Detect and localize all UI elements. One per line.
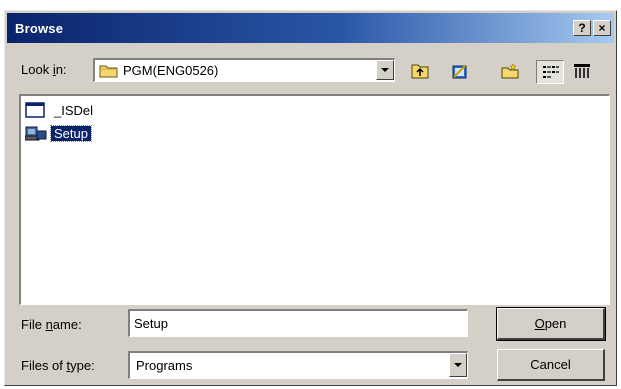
window-title: Browse <box>15 21 64 36</box>
chevron-down-icon <box>454 363 462 367</box>
details-view-button[interactable] <box>568 60 596 84</box>
cancel-button[interactable]: Cancel <box>497 349 605 381</box>
create-new-folder-button[interactable] <box>446 60 474 84</box>
file-list[interactable]: _ISDel Setup <box>19 94 610 305</box>
details-view-icon <box>574 64 590 78</box>
create-new-folder-icon <box>452 65 467 79</box>
chevron-down-icon <box>381 68 389 72</box>
file-type-value: Programs <box>136 358 193 373</box>
desktop-icon <box>501 63 519 79</box>
file-name-label: _ISDel <box>54 103 94 118</box>
file-type-select[interactable]: Programs <box>128 351 468 379</box>
look-in-value: PGM(ENG0526) <box>123 63 219 78</box>
file-type-label: Files of type: <box>21 358 95 373</box>
application-window-icon <box>25 102 45 118</box>
browse-dialog: Browse ? × Look in: PGM(ENG0526) _ISDel … <box>4 10 617 386</box>
help-button[interactable]: ? <box>573 20 591 36</box>
close-button[interactable]: × <box>593 20 611 36</box>
up-one-level-icon <box>411 64 429 79</box>
file-name-label: File name: <box>21 317 82 332</box>
desktop-button[interactable] <box>496 60 524 84</box>
file-type-dropdown-button[interactable] <box>449 353 467 377</box>
list-view-icon <box>543 66 559 78</box>
list-view-button[interactable] <box>536 60 564 84</box>
up-one-level-button[interactable] <box>406 60 434 84</box>
title-bar[interactable]: Browse ? × <box>7 13 614 43</box>
open-button[interactable]: Open <box>496 307 606 341</box>
file-name-label: Setup <box>50 125 92 142</box>
look-in-label: Look in: <box>21 62 67 77</box>
look-in-dropdown-button[interactable] <box>376 60 394 80</box>
file-name-input[interactable] <box>128 309 468 337</box>
look-in-combo[interactable]: PGM(ENG0526) <box>93 58 395 82</box>
setup-computer-icon <box>25 126 47 141</box>
folder-icon <box>99 65 118 78</box>
